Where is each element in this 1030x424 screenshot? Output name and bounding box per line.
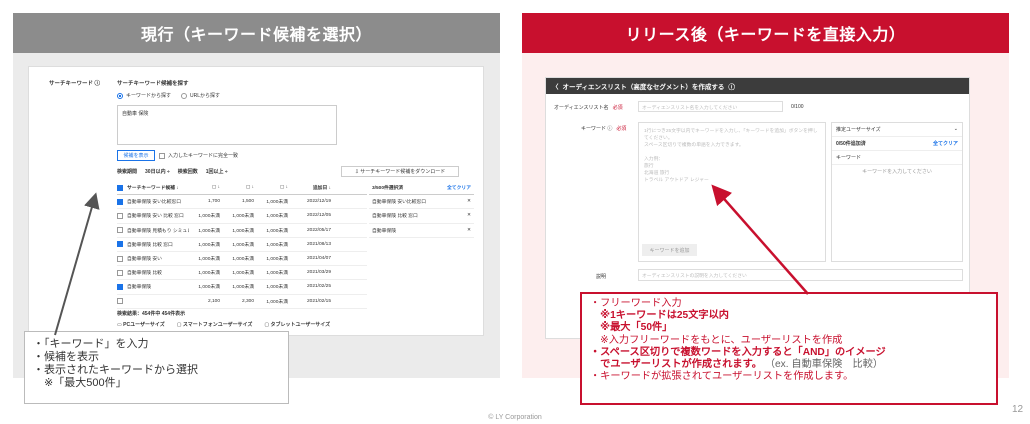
list-name-input[interactable]: オーディエンスリスト名を入力してください	[638, 101, 783, 112]
row-checkbox[interactable]	[117, 255, 123, 262]
row-checkbox[interactable]	[117, 198, 123, 205]
row-checkbox[interactable]	[117, 227, 123, 234]
current-header: 現行（キーワード候補を選択）	[13, 13, 500, 53]
search-keyword-section-label: サーチキーワード ⓘ	[49, 81, 101, 87]
selected-list: 3/500件選択済 全てクリア 自動車保険 安い比較窓口 ✕ 自動車保険 比較 窓口…	[369, 181, 474, 238]
selected-item: 自動車保険 安い比較窓口 ✕	[369, 195, 474, 210]
search-mode-radios: キーワードから探す URLから探す	[117, 92, 220, 99]
current-note: ・「キーワード」を入力 ・候補を表示 ・表示されたキーワードから選択 ※「最大5…	[24, 331, 289, 404]
row-checkbox[interactable]	[117, 241, 123, 248]
select-all-checkbox[interactable]	[117, 184, 123, 191]
list-name-label: オーディエンスリスト名 必須	[554, 105, 623, 111]
clear-all-link[interactable]: 全てクリア	[447, 184, 471, 191]
table-row[interactable]: 自動車保険 比較 窓口 1,000未満 1,000未満 1,000未満 2021/08/…	[117, 238, 367, 252]
remove-icon[interactable]: ✕	[467, 199, 471, 204]
est-title: 推定ユーザーサイズ ⌄	[832, 123, 962, 137]
table-row[interactable]: 自動車保険 安い 比較 窓口 1,000未満 1,000未満 1,000未満 2022/…	[117, 209, 367, 224]
download-candidates-button[interactable]: ⇩ サーチキーワード候補をダウンロード	[341, 166, 459, 177]
selected-header: 3/500件選択済 全てクリア	[369, 181, 474, 196]
page-number: 12	[1012, 404, 1024, 415]
copyright: © LY Corporation	[488, 414, 542, 421]
current-ui-screenshot: サーチキーワード ⓘ サーチキーワード候補を探す キーワードから探す URLから…	[28, 66, 484, 336]
results-count: 検索結果：454件中 454件表示	[117, 311, 186, 317]
release-header: リリース後（キーワードを直接入力）	[522, 13, 1009, 53]
filters: 検索期間 30日以内 ÷ 検索回数 1回以上 ÷	[117, 168, 228, 175]
period-select[interactable]: 30日以内 ÷	[145, 168, 170, 175]
est-keyword-header: キーワード	[832, 151, 962, 165]
remove-icon[interactable]: ✕	[467, 228, 471, 233]
show-candidates-button[interactable]: 候補を表示	[117, 150, 155, 161]
row-checkbox[interactable]	[117, 212, 123, 219]
add-keyword-button[interactable]: キーワードを追加	[642, 244, 697, 256]
table-row[interactable]: 自動車保険 安い比較窓口 1,700 1,500 1,000未満 2022/12/19	[117, 195, 367, 210]
help-icon: ⓘ	[728, 84, 735, 91]
radio-on-icon	[117, 92, 123, 99]
chevron-down-icon[interactable]: ⌄	[954, 126, 958, 133]
find-candidates-title: サーチキーワード候補を探す	[117, 81, 189, 87]
description-label: 説明	[596, 274, 607, 280]
device-tablet[interactable]: ▢ タブレットユーザーサイズ	[264, 321, 330, 328]
table-row[interactable]: 2,100 2,300 1,000未満 2021/02/15	[117, 295, 367, 309]
table-row[interactable]: 自動車保険 1,000未満 1,000未満 1,000未満 2021/02/25	[117, 280, 367, 295]
table-row[interactable]: 自動車保険 見積もり シミュレーション1,000未満1,000未満1,000未満…	[117, 224, 367, 238]
release-note: ・フリーワード入力 ※1キーワードは25文字以内 ※最大「50件」 ※入力フリー…	[580, 292, 998, 405]
help-icon: ⓘ	[607, 126, 613, 132]
keyword-label: キーワード ⓘ 必須	[581, 126, 627, 132]
description-input[interactable]: オーディエンスリストの説明を入力してください	[638, 269, 963, 281]
est-clear-link[interactable]: 全てクリア	[933, 140, 958, 147]
device-pc[interactable]: ▭ PCユーザーサイズ	[117, 321, 165, 328]
table-row[interactable]: 自動車保険 比較 1,000未満 1,000未満 1,000未満 2021/03/29	[117, 266, 367, 281]
est-empty-message: キーワードを入力してください	[862, 169, 932, 175]
remove-icon[interactable]: ✕	[467, 213, 471, 218]
exact-match-checkbox[interactable]: 入力したキーワードに完全一致	[159, 152, 238, 159]
radio-off-icon	[181, 92, 188, 99]
row-checkbox[interactable]	[117, 283, 123, 290]
keyword-freeword-textarea[interactable]: 1行につき25文字以内でキーワードを入力し、「キーワードを追加」ボタンを押してく…	[638, 122, 826, 262]
device-smartphone[interactable]: ▢ スマートフォンユーザーサイズ	[177, 321, 253, 328]
checkbox-icon	[159, 152, 165, 159]
estimated-user-size-panel: 推定ユーザーサイズ ⌄ 0/50件追加済 全てクリア キーワード キーワードを入力し…	[831, 122, 963, 262]
table-row[interactable]: 自動車保険 安い 1,000未満 1,000未満 1,000未満 2021/04/07	[117, 252, 367, 267]
device-checkboxes: ▭ PCユーザーサイズ ▢ スマートフォンユーザーサイズ ▢ タブレットユーザー…	[117, 321, 330, 328]
back-chevron-icon[interactable]: 〈	[552, 81, 559, 91]
candidates-table: サーチキーワード候補 ↓ ▢ ↓ ▢ ↓ ▢ ↓ 追加日 ↓ 自動車保険 安い比…	[117, 181, 367, 309]
help-icon: ⓘ	[94, 81, 101, 87]
keyword-textarea[interactable]: 自動車 保険	[117, 105, 337, 145]
audience-title-bar: 〈 オーディエンスリスト（高度なセグメント）を作成する ⓘ	[546, 78, 969, 94]
radio-keyword[interactable]: キーワードから探す	[117, 92, 171, 99]
row-checkbox[interactable]	[117, 298, 123, 305]
radio-url[interactable]: URLから探す	[181, 92, 220, 99]
selected-item: 自動車保険 比較 窓口 ✕	[369, 209, 474, 224]
est-count-row: 0/50件追加済 全てクリア	[832, 137, 962, 151]
table-header: サーチキーワード候補 ↓ ▢ ↓ ▢ ↓ ▢ ↓ 追加日 ↓	[117, 181, 367, 196]
selected-item: 自動車保険 ✕	[369, 224, 474, 238]
list-name-count: 0/100	[791, 104, 804, 110]
row-checkbox[interactable]	[117, 269, 123, 276]
count-select[interactable]: 1回以上 ÷	[206, 168, 228, 175]
